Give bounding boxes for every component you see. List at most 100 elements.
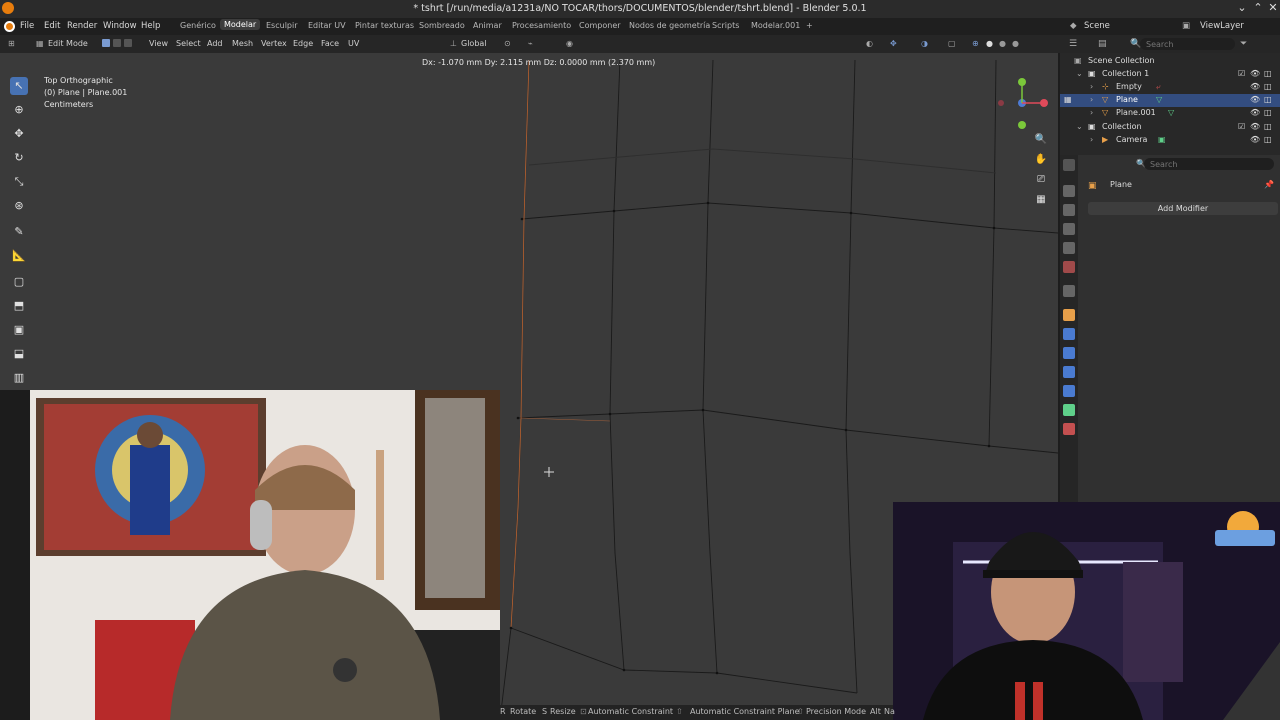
eye-icon[interactable]: 👁 [1250, 82, 1260, 91]
scene-tab-icon[interactable] [1063, 242, 1075, 254]
tab-componer[interactable]: Componer [579, 21, 621, 30]
select-tool-icon[interactable]: ↖ [10, 77, 28, 95]
snap-icon[interactable]: ⌁ [528, 39, 533, 48]
camera-render-icon[interactable]: ◫ [1264, 69, 1272, 78]
camera-render-icon[interactable]: ◫ [1264, 95, 1272, 104]
eye-icon[interactable]: 👁 [1250, 122, 1260, 131]
minimize-icon[interactable]: ⌄ [1234, 1, 1250, 14]
transform-tool-icon[interactable]: ⊛ [10, 197, 28, 215]
menu-window[interactable]: Window [103, 21, 137, 31]
menu-edge[interactable]: Edge [293, 39, 313, 48]
outliner-row-camera[interactable]: › ▶ Camera ▣ 👁 ◫ [1060, 134, 1280, 147]
visibility-icon[interactable]: ◐ [866, 39, 873, 48]
outliner-search-input[interactable] [1140, 38, 1235, 50]
display-mode-icon[interactable]: ▤ [1098, 39, 1107, 49]
pivot-icon[interactable]: ⊙ [504, 39, 511, 48]
scale-tool-icon[interactable]: ⤡ [10, 173, 28, 191]
measure-tool-icon[interactable]: 📐 [10, 247, 28, 265]
blender-icon[interactable] [4, 21, 15, 32]
edge-select-icon[interactable] [113, 39, 121, 47]
checkbox-icon[interactable]: ☑ [1238, 122, 1245, 131]
editor-type-icon[interactable]: ⊞ [8, 39, 15, 48]
cursor-tool-icon[interactable]: ⊕ [10, 101, 28, 119]
menu-select[interactable]: Select [176, 39, 201, 48]
outliner-row-plane-001[interactable]: › ▽ Plane.001 ▽ 👁 ◫ [1060, 107, 1280, 120]
output-tab-icon[interactable] [1063, 204, 1075, 216]
tab-nodos-geometria[interactable]: Nodos de geometría [629, 21, 710, 30]
eye-icon[interactable]: 👁 [1250, 108, 1260, 117]
properties-search-input[interactable] [1144, 158, 1274, 170]
scene-selector[interactable]: Scene [1084, 21, 1110, 31]
move-tool-icon[interactable]: ✥ [10, 125, 28, 143]
loop-cut-tool-icon[interactable]: ▥ [10, 369, 28, 387]
modifier-tab-icon[interactable] [1063, 328, 1075, 340]
data-tab-icon[interactable] [1063, 404, 1075, 416]
vertex-select-icon[interactable] [102, 39, 110, 47]
chevron-down-icon[interactable]: ⌄ [1076, 122, 1083, 131]
menu-edit[interactable]: Edit [44, 21, 60, 31]
annotate-tool-icon[interactable]: ✎ [10, 223, 28, 241]
filter-icon[interactable]: ⏷ [1240, 39, 1247, 49]
outliner-row-empty[interactable]: › ⊹ Empty ⤶ 👁 ◫ [1060, 81, 1280, 94]
outliner-row-scene-collection[interactable]: ▣ Scene Collection [1060, 55, 1280, 68]
add-modifier-button[interactable]: Add Modifier [1088, 202, 1278, 215]
maximize-icon[interactable]: ⌃ [1250, 1, 1266, 14]
face-select-icon[interactable] [124, 39, 132, 47]
pin-icon[interactable]: 📌 [1264, 180, 1274, 189]
eye-icon[interactable]: 👁 [1250, 95, 1260, 104]
inset-tool-icon[interactable]: ▣ [10, 321, 28, 339]
chevron-down-icon[interactable]: ⌄ [1076, 69, 1083, 78]
eye-icon[interactable]: 👁 [1250, 69, 1260, 78]
menu-file[interactable]: File [20, 21, 34, 31]
camera-view-icon[interactable]: ⎚ [1034, 173, 1048, 187]
menu-mesh[interactable]: Mesh [232, 39, 253, 48]
render-tab-icon[interactable] [1063, 185, 1075, 197]
outliner-editor-icon[interactable]: ☰ [1069, 39, 1077, 49]
camera-render-icon[interactable]: ◫ [1264, 135, 1272, 144]
solid-shading-icon[interactable]: ● [986, 39, 993, 48]
mode-selector[interactable]: Edit Mode [48, 39, 88, 48]
tab-modelar-001[interactable]: Modelar.001 [751, 21, 800, 30]
material-shading-icon[interactable]: ● [999, 39, 1006, 48]
tab-scripts[interactable]: Scripts [712, 21, 739, 30]
menu-face[interactable]: Face [321, 39, 339, 48]
tab-esculpir[interactable]: Esculpir [266, 21, 298, 30]
zoom-icon[interactable]: 🔍 [1034, 133, 1048, 147]
world-tab-icon[interactable] [1063, 261, 1075, 273]
chevron-right-icon[interactable]: › [1090, 82, 1093, 91]
edit-mode-toggle-icon[interactable]: ▦ [1064, 95, 1072, 104]
physics-tab-icon[interactable] [1063, 366, 1075, 378]
add-cube-tool-icon[interactable]: ▢ [10, 273, 28, 291]
xray-icon[interactable]: ▢ [948, 39, 956, 48]
collection-tab-icon[interactable] [1063, 285, 1075, 297]
tab-sombreado[interactable]: Sombreado [419, 21, 465, 30]
extrude-tool-icon[interactable]: ⬒ [10, 297, 28, 315]
outliner-row-collection-1[interactable]: ⌄ ▣ Collection 1 ☑ 👁 ◫ [1060, 68, 1280, 81]
bevel-tool-icon[interactable]: ⬓ [10, 345, 28, 363]
orientation-selector[interactable]: Global [461, 39, 487, 48]
tool-tab-icon[interactable] [1063, 159, 1075, 171]
menu-render[interactable]: Render [67, 21, 97, 31]
menu-vertex[interactable]: Vertex [261, 39, 287, 48]
wireframe-shading-icon[interactable]: ⊕ [972, 39, 979, 48]
viewlayer-selector[interactable]: ViewLayer [1200, 21, 1244, 31]
menu-view[interactable]: View [149, 39, 168, 48]
grid-view-icon[interactable]: ▦ [1034, 193, 1048, 207]
tab-animar[interactable]: Animar [473, 21, 502, 30]
outliner-row-collection[interactable]: ⌄ ▣ Collection ☑ 👁 ◫ [1060, 121, 1280, 134]
tab-pintar-texturas[interactable]: Pintar texturas [355, 21, 414, 30]
checkbox-icon[interactable]: ☑ [1238, 69, 1245, 78]
chevron-right-icon[interactable]: › [1090, 135, 1093, 144]
view-layer-tab-icon[interactable] [1063, 223, 1075, 235]
material-tab-icon[interactable] [1063, 423, 1075, 435]
overlay-icon[interactable]: ◑ [921, 39, 928, 48]
camera-render-icon[interactable]: ◫ [1264, 108, 1272, 117]
tab-procesamiento[interactable]: Procesamiento [512, 21, 571, 30]
camera-render-icon[interactable]: ◫ [1264, 82, 1272, 91]
proportional-edit-icon[interactable]: ◉ [566, 39, 573, 48]
add-workspace-button[interactable]: + [806, 21, 813, 30]
object-tab-icon[interactable] [1063, 309, 1075, 321]
rotate-tool-icon[interactable]: ↻ [10, 149, 28, 167]
chevron-right-icon[interactable]: › [1090, 95, 1093, 104]
particles-tab-icon[interactable] [1063, 347, 1075, 359]
